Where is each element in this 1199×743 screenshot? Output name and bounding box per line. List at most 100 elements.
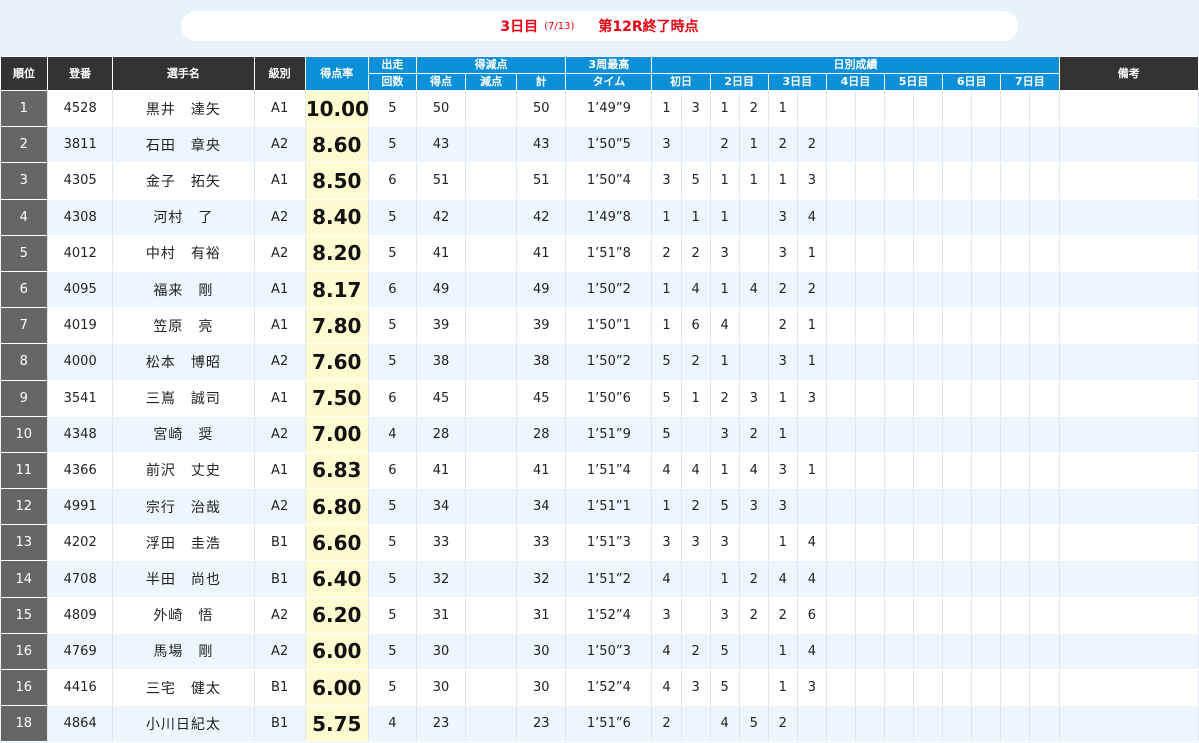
daily-result-cell <box>913 199 944 236</box>
daily-result-cell <box>1029 633 1060 671</box>
title-banner: 3日目 (7/13) 第12R終了時点 <box>181 11 1018 41</box>
name-cell: 外崎 悟 <box>112 597 255 634</box>
starts-cell: 5 <box>368 126 417 164</box>
header-note: 備考 <box>1058 56 1199 91</box>
total-cell: 23 <box>516 705 567 743</box>
daily-result-cell <box>913 524 944 562</box>
daily-result-cell <box>884 452 915 490</box>
starts-cell: 5 <box>368 524 417 562</box>
daily-result-cell <box>739 199 769 236</box>
total-cell: 51 <box>516 162 567 200</box>
daily-result-cell <box>1000 380 1031 417</box>
header-lap-bottom: タイム <box>565 73 653 91</box>
daily-result-cell <box>739 307 769 345</box>
daily-result-cell <box>855 669 885 707</box>
note-cell <box>1059 162 1199 200</box>
deduct-cell <box>465 90 518 128</box>
daily-result-cell <box>855 416 885 453</box>
daily-result-cell <box>681 705 711 743</box>
daily-result-cell: 4 <box>651 633 682 671</box>
note-cell <box>1059 560 1199 598</box>
daily-result-cell <box>971 452 1002 490</box>
class-cell: A2 <box>254 343 306 381</box>
rate-cell: 7.50 <box>305 380 369 417</box>
points-cell: 32 <box>416 560 467 598</box>
daily-result-cell <box>739 633 769 671</box>
total-cell: 39 <box>516 307 567 345</box>
daily-result-cell: 3 <box>768 199 798 236</box>
daily-result-cell: 2 <box>797 126 827 164</box>
daily-result-cell <box>1000 235 1031 272</box>
name-cell: 中村 有裕 <box>112 235 255 272</box>
total-cell: 50 <box>516 90 567 128</box>
rate-cell: 6.60 <box>305 524 369 562</box>
daily-result-cell <box>971 235 1002 272</box>
daily-result-cell: 1 <box>768 380 798 417</box>
deduct-cell <box>465 597 518 634</box>
daily-result-cell <box>942 199 973 236</box>
rank-cell: 15 <box>0 597 49 634</box>
class-cell: B1 <box>254 705 306 743</box>
daily-result-cell: 1 <box>710 452 740 490</box>
daily-result-cell: 4 <box>681 271 711 309</box>
daily-result-cell <box>913 597 944 634</box>
header-rate: 得点率 <box>304 56 369 91</box>
daily-result-cell <box>1000 669 1031 707</box>
daily-result-cell: 3 <box>681 524 711 562</box>
daily-result-cell: 5 <box>681 162 711 200</box>
lap-cell: 1’50”6 <box>565 380 653 417</box>
header-name: 選手名 <box>112 56 255 91</box>
rank-cell: 13 <box>0 524 49 562</box>
daily-result-cell <box>855 524 885 562</box>
deduct-cell <box>465 633 518 671</box>
table-row: 3 4305 金子 拓矢 A1 8.50 6 51 51 1’50”4 3 5 1 1 1 3 <box>0 162 1199 200</box>
starts-cell: 5 <box>368 343 417 381</box>
daily-result-cell: 1 <box>797 307 827 345</box>
header-day-3: 3日目 <box>767 73 827 91</box>
daily-result-cell <box>884 633 915 671</box>
note-cell <box>1059 669 1199 707</box>
daily-result-cell <box>971 597 1002 634</box>
reg-cell: 4202 <box>47 524 114 562</box>
header-deduct: 減点 <box>465 73 518 91</box>
daily-result-cell: 2 <box>651 705 682 743</box>
note-cell <box>1059 271 1199 309</box>
daily-result-cell <box>971 271 1002 309</box>
daily-result-cell <box>942 90 973 128</box>
daily-result-cell <box>971 343 1002 381</box>
daily-result-cell <box>826 416 856 453</box>
class-cell: A1 <box>254 452 306 490</box>
total-cell: 31 <box>516 597 567 634</box>
total-cell: 30 <box>516 669 567 707</box>
table-row: 11 4366 前沢 丈史 A1 6.83 6 41 41 1’51”4 4 4 1 4 3 1 <box>0 452 1199 490</box>
daily-result-cell: 1 <box>651 488 682 526</box>
daily-result-cell <box>884 597 915 634</box>
reg-cell: 4019 <box>47 307 114 345</box>
starts-cell: 5 <box>368 235 417 272</box>
points-cell: 45 <box>416 380 467 417</box>
table-row: 14 4708 半田 尚也 B1 6.40 5 32 32 1’51”2 4 1 2 4 4 <box>0 560 1199 598</box>
daily-result-cell <box>1029 271 1060 309</box>
points-cell: 30 <box>416 633 467 671</box>
reg-cell: 3811 <box>47 126 114 164</box>
daily-result-cell <box>942 669 973 707</box>
rate-cell: 7.60 <box>305 343 369 381</box>
table-row: 12 4991 宗行 治哉 A2 6.80 5 34 34 1’51”1 1 2 5 3 3 <box>0 488 1199 526</box>
reg-cell: 4416 <box>47 669 114 707</box>
daily-result-cell: 3 <box>739 488 769 526</box>
starts-cell: 5 <box>368 90 417 128</box>
rank-cell: 1 <box>0 90 49 128</box>
ranking-table: 順位 登番 選手名 級別 得点率 出走 得減点 3周最高 日別成績 備考 回数 … <box>0 56 1199 743</box>
daily-result-cell <box>855 235 885 272</box>
daily-result-cell: 5 <box>739 705 769 743</box>
header-points: 得点 <box>415 73 467 91</box>
points-cell: 34 <box>416 488 467 526</box>
rate-cell: 8.40 <box>305 199 369 236</box>
daily-result-cell <box>1029 560 1060 598</box>
rank-cell: 4 <box>0 199 49 236</box>
daily-result-cell <box>971 560 1002 598</box>
table-row: 16 4769 馬場 剛 A2 6.00 5 30 30 1’50”3 4 2 5 1 4 <box>0 633 1199 671</box>
daily-result-cell: 4 <box>739 271 769 309</box>
starts-cell: 5 <box>368 669 417 707</box>
lap-cell: 1’52”4 <box>565 597 653 634</box>
